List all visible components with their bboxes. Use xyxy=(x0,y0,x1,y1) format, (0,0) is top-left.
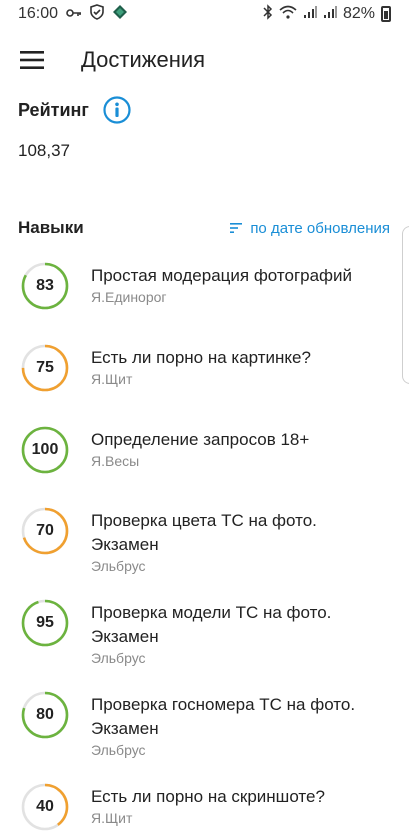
score-value: 75 xyxy=(36,359,54,376)
skill-title: Экзамен xyxy=(91,719,159,738)
score-value: 100 xyxy=(31,441,59,458)
page-title: Достижения xyxy=(81,47,206,72)
battery-icon xyxy=(381,6,391,22)
scroll-handle[interactable] xyxy=(402,226,409,384)
info-button[interactable] xyxy=(103,96,131,124)
score-ring: 80 xyxy=(20,690,70,740)
shield-icon xyxy=(90,3,104,25)
skills-title: Навыки xyxy=(18,218,84,237)
skill-title: Проверка модели ТС на фото. xyxy=(91,603,332,622)
hamburger-menu-icon xyxy=(20,51,44,69)
key-icon xyxy=(66,5,82,23)
skill-title: Экзамен xyxy=(91,535,159,554)
menu-button[interactable] xyxy=(0,28,64,92)
status-time: 16:00 xyxy=(18,5,59,22)
score-ring: 70 xyxy=(20,506,70,556)
wifi-icon xyxy=(279,5,297,24)
score-value: 83 xyxy=(36,277,54,294)
score-value: 80 xyxy=(36,706,54,723)
score-ring: 40 xyxy=(20,782,70,832)
skill-title: Определение запросов 18+ xyxy=(91,430,310,449)
signal-icon xyxy=(323,5,337,24)
sort-icon xyxy=(230,223,243,233)
rating-title: Рейтинг xyxy=(18,99,89,120)
bluetooth-icon xyxy=(263,3,273,25)
app-bar: Достижения xyxy=(0,28,409,92)
skill-subtitle: Я.Единорог xyxy=(91,289,167,305)
skill-subtitle: Эльбрус xyxy=(91,742,146,758)
sort-label: по дате обновления xyxy=(250,219,390,237)
score-ring: 95 xyxy=(20,598,70,648)
score-value: 95 xyxy=(36,614,54,631)
skills-header: Навыки по дате обновления xyxy=(18,218,390,238)
skill-title: Простая модерация фотографий xyxy=(91,266,353,285)
battery-percent: 82% xyxy=(342,5,375,22)
skill-subtitle: Я.Весы xyxy=(91,453,140,469)
score-ring: 100 xyxy=(20,425,70,475)
rating-value: 108,37 xyxy=(18,141,70,160)
score-ring: 75 xyxy=(20,343,70,393)
skill-subtitle: Эльбрус xyxy=(91,558,146,574)
skill-title: Есть ли порно на картинке? xyxy=(91,348,311,367)
skill-subtitle: Я.Щит xyxy=(91,810,133,826)
status-bar: 16:00 82% xyxy=(0,0,409,28)
sort-button[interactable]: по дате обновления xyxy=(230,220,390,237)
info-icon xyxy=(103,96,131,124)
score-value: 40 xyxy=(36,798,54,815)
skill-title: Проверка госномера ТС на фото. xyxy=(91,695,356,714)
skill-subtitle: Я.Щит xyxy=(91,371,133,387)
skill-title: Проверка цвета ТС на фото. xyxy=(91,511,317,530)
score-value: 70 xyxy=(36,522,54,539)
rating-header: Рейтинг xyxy=(18,96,131,124)
skill-title: Экзамен xyxy=(91,627,159,646)
signal-icon xyxy=(303,5,317,24)
skill-title: Есть ли порно на скриншоте? xyxy=(91,787,325,806)
diamond-icon xyxy=(112,4,128,25)
score-ring: 83 xyxy=(20,261,70,311)
skill-subtitle: Эльбрус xyxy=(91,650,146,666)
